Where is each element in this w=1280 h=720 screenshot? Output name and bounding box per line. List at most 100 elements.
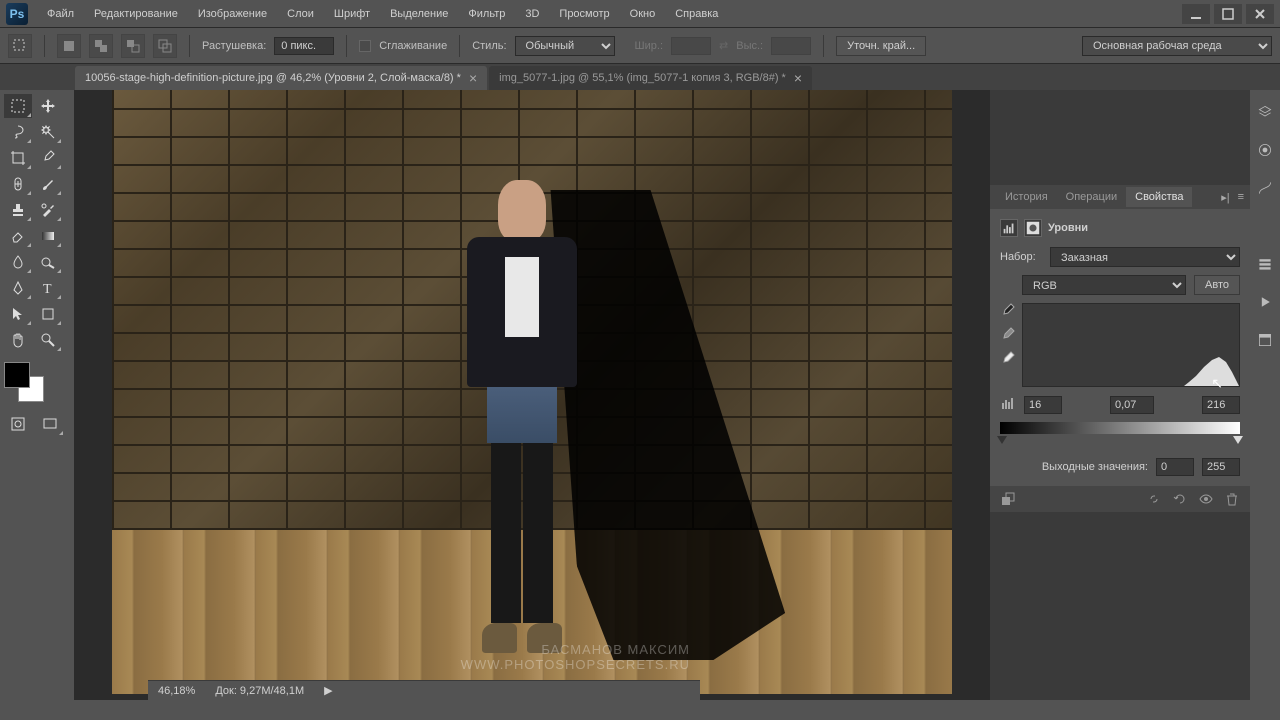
minimize-button[interactable] [1182, 4, 1210, 24]
tool-brush[interactable] [34, 172, 62, 196]
histogram[interactable]: ↖ [1022, 303, 1240, 387]
tool-path-select[interactable] [4, 302, 32, 326]
eyedrop-black-icon[interactable] [1000, 303, 1016, 319]
menu-window[interactable]: Окно [621, 4, 665, 24]
menu-file[interactable]: Файл [38, 4, 83, 24]
level-black-input[interactable] [1024, 396, 1062, 414]
menu-filter[interactable]: Фильтр [459, 4, 514, 24]
tool-pen[interactable] [4, 276, 32, 300]
menu-type[interactable]: Шрифт [325, 4, 379, 24]
tool-history-brush[interactable] [34, 198, 62, 222]
auto-button[interactable]: Авто [1194, 275, 1240, 295]
tool-eraser[interactable] [4, 224, 32, 248]
menu-image[interactable]: Изображение [189, 4, 276, 24]
preset-select[interactable]: Заказная [1050, 247, 1240, 267]
menu-help[interactable]: Справка [666, 4, 727, 24]
close-icon[interactable]: × [794, 70, 802, 86]
status-play-icon[interactable]: ▶ [324, 684, 332, 697]
foreground-color[interactable] [4, 362, 30, 388]
menu-edit[interactable]: Редактирование [85, 4, 187, 24]
close-icon[interactable]: × [469, 70, 477, 86]
close-button[interactable] [1246, 4, 1274, 24]
actions-panel-icon[interactable] [1255, 292, 1275, 312]
tool-lasso[interactable] [4, 120, 32, 144]
paths-panel-icon[interactable] [1255, 178, 1275, 198]
panel-tab-history[interactable]: История [996, 187, 1057, 207]
link-icon[interactable] [1146, 491, 1162, 507]
channel-select[interactable]: RGB [1022, 275, 1186, 295]
canvas-viewport[interactable] [74, 90, 990, 700]
eyedrop-white-icon[interactable] [1000, 351, 1016, 367]
tool-eyedropper[interactable] [34, 146, 62, 170]
menu-select[interactable]: Выделение [381, 4, 457, 24]
status-zoom[interactable]: 46,18% [158, 685, 195, 697]
tool-move[interactable] [34, 94, 62, 118]
tool-stamp[interactable] [4, 198, 32, 222]
antialias-checkbox[interactable] [359, 40, 371, 52]
panel-tab-properties[interactable]: Свойства [1126, 187, 1192, 207]
style-select[interactable]: Обычный [515, 36, 615, 56]
menu-3d[interactable]: 3D [516, 4, 548, 24]
add-selection-icon[interactable] [89, 34, 113, 58]
reset-icon[interactable] [1172, 491, 1188, 507]
properties-panel: Уровни Набор: Заказная RGB Авто [990, 209, 1250, 486]
side-icon-strip [1250, 90, 1280, 700]
tool-dodge[interactable] [34, 250, 62, 274]
tool-screenmode[interactable] [36, 412, 64, 436]
output-white-input[interactable] [1202, 458, 1240, 476]
current-tool-icon[interactable] [8, 34, 32, 58]
output-label: Выходные значения: [1000, 461, 1148, 473]
panel-menu-icon[interactable]: ≡ [1238, 191, 1244, 203]
canvas-image [112, 90, 952, 694]
tool-crop[interactable] [4, 146, 32, 170]
output-gradient[interactable] [1000, 422, 1240, 434]
new-selection-icon[interactable] [57, 34, 81, 58]
doc-tab-2-label: img_5077-1.jpg @ 55,1% (img_5077-1 копия… [499, 72, 786, 84]
width-label: Шир.: [635, 40, 663, 52]
intersect-selection-icon[interactable] [153, 34, 177, 58]
document-tabs: 10056-stage-high-definition-picture.jpg … [0, 64, 1280, 90]
tool-text[interactable]: T [34, 276, 62, 300]
visibility-icon[interactable] [1198, 491, 1214, 507]
tool-hand[interactable] [4, 328, 32, 352]
slider-white[interactable] [1233, 436, 1243, 444]
panel-collapse-icon[interactable]: ▸| [1221, 191, 1229, 204]
main-menu: Файл Редактирование Изображение Слои Шри… [38, 4, 727, 24]
level-mid-input[interactable] [1110, 396, 1154, 414]
menu-layers[interactable]: Слои [278, 4, 323, 24]
layers-panel-icon[interactable] [1255, 102, 1275, 122]
eyedrop-gray-icon[interactable] [1000, 327, 1016, 343]
mask-icon [1024, 219, 1042, 237]
maximize-button[interactable] [1214, 4, 1242, 24]
properties-panel-icon[interactable] [1255, 330, 1275, 350]
doc-tab-1[interactable]: 10056-stage-high-definition-picture.jpg … [75, 66, 487, 90]
window-controls [1182, 4, 1274, 24]
tool-marquee[interactable] [4, 94, 32, 118]
right-panels: История Операции Свойства ▸| ≡ Уровни На… [990, 90, 1280, 700]
trash-icon[interactable] [1224, 491, 1240, 507]
tool-blur[interactable] [4, 250, 32, 274]
subtract-selection-icon[interactable] [121, 34, 145, 58]
tool-healing[interactable] [4, 172, 32, 196]
doc-tab-2[interactable]: img_5077-1.jpg @ 55,1% (img_5077-1 копия… [489, 66, 812, 90]
tool-quickmask[interactable] [4, 412, 32, 436]
tool-shape[interactable] [34, 302, 62, 326]
workspace-select[interactable]: Основная рабочая среда [1082, 36, 1272, 56]
gradient-sliders[interactable] [1000, 438, 1240, 446]
history-panel-icon[interactable] [1255, 254, 1275, 274]
status-docinfo[interactable]: Док: 9,27M/48,1M [215, 685, 304, 697]
level-white-input[interactable] [1202, 396, 1240, 414]
panel-tab-actions[interactable]: Операции [1057, 187, 1126, 207]
slider-black[interactable] [997, 436, 1007, 444]
feather-input[interactable] [274, 37, 334, 55]
swap-icon: ⇄ [719, 39, 728, 52]
tool-gradient[interactable] [34, 224, 62, 248]
feather-label: Растушевка: [202, 40, 266, 52]
clip-layer-icon[interactable] [1000, 491, 1016, 507]
output-black-input[interactable] [1156, 458, 1194, 476]
channels-panel-icon[interactable] [1255, 140, 1275, 160]
tool-zoom[interactable] [34, 328, 62, 352]
refine-edge-button[interactable]: Уточн. край... [836, 36, 926, 56]
tool-wand[interactable] [34, 120, 62, 144]
menu-view[interactable]: Просмотр [550, 4, 618, 24]
